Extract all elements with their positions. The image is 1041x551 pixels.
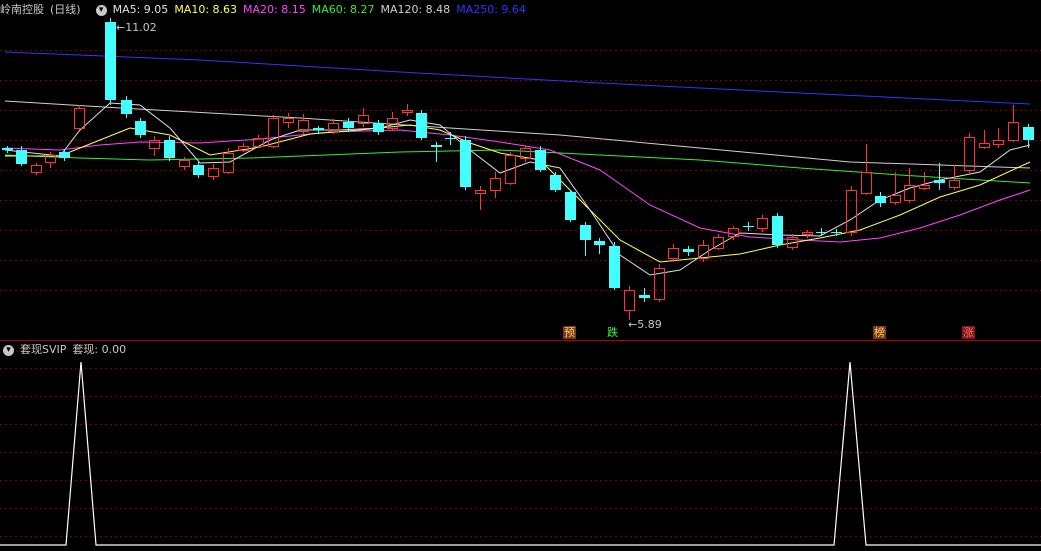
ma10-line: [5, 124, 1031, 263]
candle-body: [105, 22, 116, 100]
high-price-label: ←11.02: [116, 21, 157, 34]
candle-body: [683, 249, 694, 252]
candle-body: [2, 148, 13, 150]
candle-body: [934, 180, 945, 183]
candle-body: [1023, 127, 1034, 140]
candle-body: [402, 110, 413, 113]
candle-body: [535, 150, 546, 170]
candle-body: [993, 140, 1004, 145]
candle-body: [668, 248, 679, 259]
candle-body: [283, 118, 294, 123]
candle-body: [919, 185, 930, 189]
candle-body: [223, 153, 234, 173]
low-price-label: ←5.89: [628, 318, 662, 331]
signal-die: 跌: [607, 326, 618, 339]
ma20-line: [4, 129, 1031, 243]
candle-body: [949, 180, 960, 188]
candle-body: [728, 228, 739, 237]
candle-body: [757, 218, 768, 229]
candle-body: [831, 232, 842, 233]
svip-line: [0, 361, 1041, 546]
candle-body: [490, 178, 501, 191]
candle-body: [802, 232, 813, 235]
candle-body: [193, 165, 204, 175]
candle-body: [431, 145, 442, 147]
candle-body: [313, 128, 324, 130]
candle-body: [816, 232, 827, 233]
candle-body: [460, 140, 471, 187]
candle-body: [743, 226, 754, 227]
candle-body: [135, 121, 146, 135]
signal-yu: 预: [563, 326, 576, 339]
candle-body: [609, 246, 620, 288]
candle-body: [580, 225, 591, 240]
candle-body: [772, 216, 783, 245]
candle-body: [416, 113, 427, 138]
candle-body: [1008, 122, 1019, 141]
candle-body: [31, 165, 42, 173]
candle-body: [639, 295, 650, 298]
candle-body: [475, 190, 486, 194]
candle-body: [164, 140, 175, 158]
candle-body: [343, 122, 354, 128]
candle-body: [979, 143, 990, 148]
ma120-line: [4, 100, 1031, 169]
candle-body: [890, 195, 901, 203]
candle-body: [624, 290, 635, 311]
candle-body: [16, 150, 27, 164]
candle-body: [875, 196, 886, 203]
candle-body: [373, 123, 384, 132]
candle-body: [550, 175, 561, 190]
signal-zhang: 涨: [962, 326, 975, 339]
candle-body: [861, 172, 872, 194]
candle-body: [594, 241, 605, 245]
ma5-line: [4, 102, 1031, 276]
candle-body: [179, 160, 190, 167]
candle-body: [59, 152, 70, 158]
signal-bang: 榜: [873, 326, 886, 339]
candle-body: [445, 138, 456, 139]
candle-body: [74, 108, 85, 129]
candle-body: [846, 190, 857, 233]
kline-chart[interactable]: [0, 0, 1041, 551]
ma250-line: [4, 51, 1031, 105]
candle-body: [208, 168, 219, 177]
candle-body: [565, 192, 576, 220]
candle-body: [121, 100, 132, 114]
